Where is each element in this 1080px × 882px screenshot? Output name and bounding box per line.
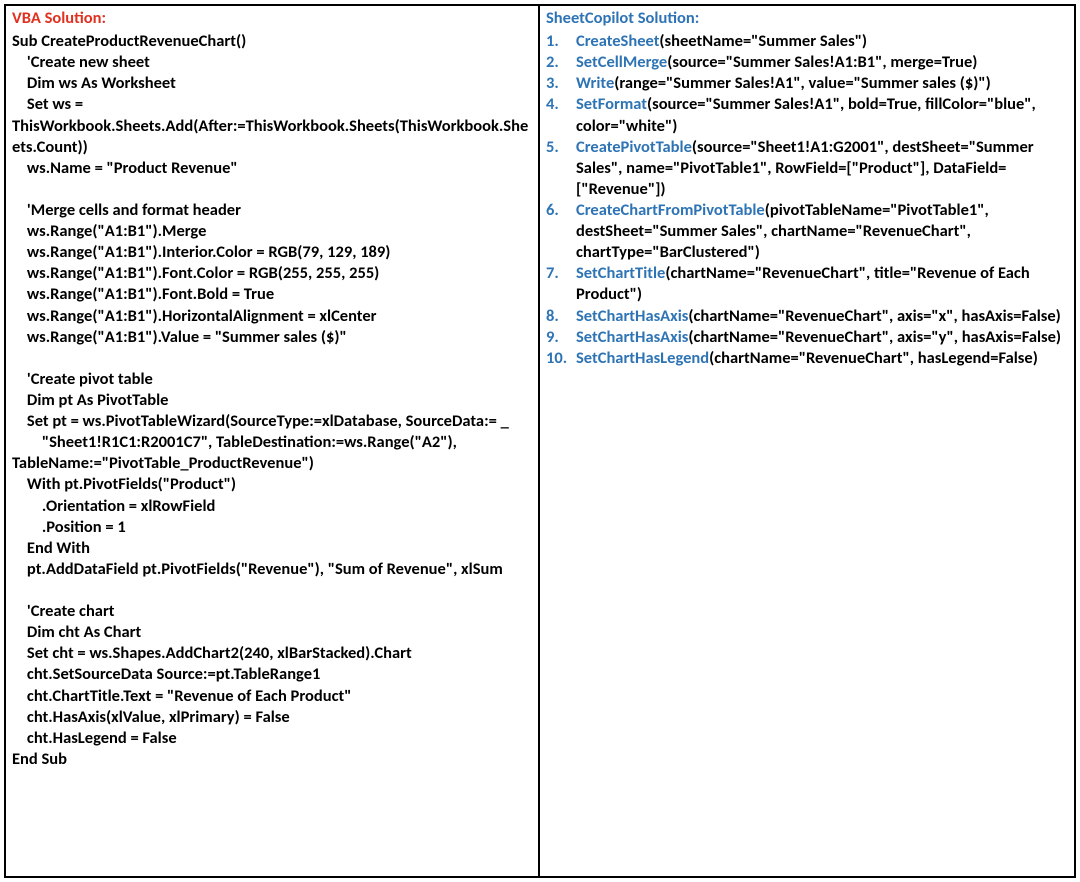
list-item: SetChartHasLegend(chartName="RevenueChar… bbox=[546, 348, 1068, 369]
sheetcopilot-column: SheetCopilot Solution: CreateSheet(sheet… bbox=[540, 6, 1074, 876]
fn-args: (range="Summer Sales!A1", value="Summer … bbox=[614, 73, 990, 93]
fn-name: SetChartHasAxis bbox=[576, 306, 688, 326]
fn-name: SetChartTitle bbox=[576, 263, 665, 283]
list-item: SetChartHasAxis(chartName="RevenueChart"… bbox=[546, 306, 1068, 327]
list-item: CreateSheet(sheetName="Summer Sales") bbox=[546, 31, 1068, 52]
fn-name: SetChartHasLegend bbox=[576, 348, 709, 368]
sheetcopilot-title: SheetCopilot Solution: bbox=[546, 8, 1068, 29]
fn-name: SetCellMerge bbox=[576, 52, 667, 72]
fn-name: SetFormat bbox=[576, 94, 647, 114]
vba-title: VBA Solution: bbox=[12, 8, 532, 29]
list-item: SetFormat(source="Summer Sales!A1", bold… bbox=[546, 94, 1068, 136]
fn-name: CreatePivotTable bbox=[576, 137, 692, 157]
list-item: SetChartHasAxis(chartName="RevenueChart"… bbox=[546, 327, 1068, 348]
fn-name: CreateChartFromPivotTable bbox=[576, 200, 765, 220]
comparison-container: VBA Solution: Sub CreateProductRevenueCh… bbox=[4, 4, 1076, 878]
step-list: CreateSheet(sheetName="Summer Sales") Se… bbox=[546, 31, 1068, 369]
vba-column: VBA Solution: Sub CreateProductRevenueCh… bbox=[6, 6, 540, 876]
fn-name: Write bbox=[576, 73, 614, 93]
fn-name: SetChartHasAxis bbox=[576, 327, 688, 347]
vba-code-block: Sub CreateProductRevenueChart() 'Create … bbox=[12, 31, 532, 770]
list-item: CreateChartFromPivotTable(pivotTableName… bbox=[546, 200, 1068, 263]
list-item: SetCellMerge(source="Summer Sales!A1:B1"… bbox=[546, 52, 1068, 73]
list-item: Write(range="Summer Sales!A1", value="Su… bbox=[546, 73, 1068, 94]
fn-args: (chartName="RevenueChart", axis="y", has… bbox=[688, 327, 1061, 347]
fn-args: (source="Summer Sales!A1:B1", merge=True… bbox=[667, 52, 977, 72]
fn-args: (sheetName="Summer Sales") bbox=[659, 31, 867, 51]
list-item: SetChartTitle(chartName="RevenueChart", … bbox=[546, 263, 1068, 305]
fn-args: (chartName="RevenueChart", axis="x", has… bbox=[688, 306, 1060, 326]
list-item: CreatePivotTable(source="Sheet1!A1:G2001… bbox=[546, 137, 1068, 200]
fn-name: CreateSheet bbox=[576, 31, 659, 51]
fn-args: (chartName="RevenueChart", hasLegend=Fal… bbox=[709, 348, 1038, 368]
